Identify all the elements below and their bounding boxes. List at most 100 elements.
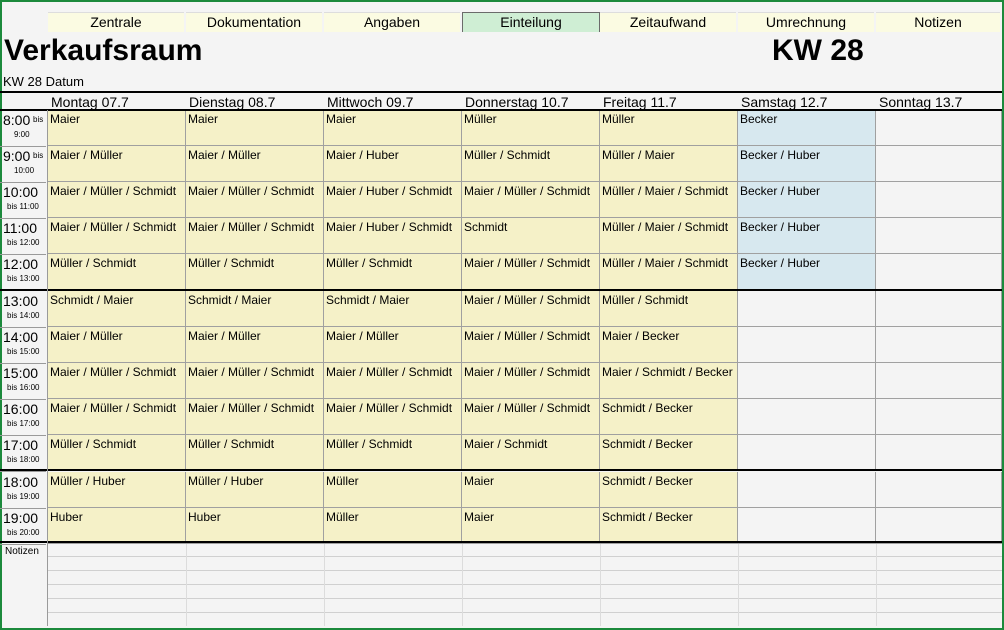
schedule-cell[interactable]: Maier / Schmidt / Becker [600,363,738,399]
day-header: Mittwoch 09.7 [327,94,414,110]
tab-umrechnung[interactable]: Umrechnung [738,12,874,32]
schedule-cell[interactable] [738,508,876,544]
schedule-cell[interactable] [876,254,1002,290]
schedule-cell[interactable]: Maier [462,508,600,544]
schedule-cell[interactable]: Müller [324,472,462,508]
schedule-cell[interactable]: Müller / Schmidt [48,254,186,290]
schedule-cell[interactable]: Maier / Müller / Schmidt [324,399,462,435]
schedule-cell[interactable] [738,291,876,327]
schedule-cell[interactable]: Maier / Müller / Schmidt [48,182,186,218]
schedule-cell[interactable]: Maier / Müller / Schmidt [462,327,600,363]
schedule-cell[interactable]: Müller / Huber [48,472,186,508]
schedule-cell[interactable]: Maier / Müller / Schmidt [48,363,186,399]
schedule-cell[interactable]: Schmidt / Maier [48,291,186,327]
schedule-cell[interactable]: Maier / Becker [600,327,738,363]
schedule-cell[interactable]: Müller / Schmidt [600,291,738,327]
schedule-cell[interactable] [876,146,1002,182]
schedule-cell[interactable]: Müller / Maier / Schmidt [600,254,738,290]
tab-dokumentation[interactable]: Dokumentation [186,12,322,32]
schedule-cell[interactable]: Maier [186,110,324,146]
schedule-cell[interactable]: Maier / Huber [324,146,462,182]
schedule-cell[interactable]: Maier / Müller / Schmidt [48,399,186,435]
schedule-cell[interactable]: Maier / Müller [48,327,186,363]
schedule-cell[interactable] [876,508,1002,544]
schedule-cell[interactable]: Schmidt / Becker [600,508,738,544]
schedule-cell[interactable]: Müller [324,508,462,544]
schedule-cell[interactable]: Müller / Huber [186,472,324,508]
schedule-cell[interactable]: Müller / Schmidt [48,435,186,471]
schedule-cell[interactable]: Schmidt / Becker [600,399,738,435]
schedule-cell[interactable] [876,218,1002,254]
schedule-cell[interactable]: Schmidt / Becker [600,435,738,471]
schedule-cell[interactable]: Maier / Huber / Schmidt [324,182,462,218]
schedule-cell[interactable] [876,435,1002,471]
notes-column-line [324,544,325,626]
schedule-cell[interactable]: Müller [600,110,738,146]
schedule-cell[interactable] [738,472,876,508]
day-header: Samstag 12.7 [741,94,828,110]
schedule-cell[interactable]: Maier / Müller / Schmidt [462,182,600,218]
schedule-cell[interactable]: Maier / Müller / Schmidt [186,399,324,435]
schedule-cell[interactable]: Schmidt / Becker [600,472,738,508]
schedule-cell[interactable]: Becker / Huber [738,146,876,182]
schedule-cell[interactable]: Müller [462,110,600,146]
schedule-cell[interactable]: Becker / Huber [738,254,876,290]
schedule-cell[interactable] [876,327,1002,363]
schedule-cell[interactable]: Müller / Schmidt [462,146,600,182]
schedule-cell[interactable]: Maier / Müller [186,327,324,363]
schedule-cell[interactable] [738,399,876,435]
schedule-cell[interactable]: Müller / Schmidt [324,254,462,290]
schedule-cell[interactable] [738,435,876,471]
schedule-cell[interactable]: Maier / Müller / Schmidt [186,363,324,399]
schedule-cell[interactable] [876,110,1002,146]
schedule-cell[interactable]: Maier / Müller [186,146,324,182]
schedule-cell[interactable]: Maier / Müller [324,327,462,363]
schedule-cell[interactable] [876,399,1002,435]
schedule-cell[interactable]: Maier / Müller / Schmidt [462,254,600,290]
schedule-cell[interactable]: Schmidt [462,218,600,254]
schedule-cell[interactable]: Maier / Müller / Schmidt [186,182,324,218]
schedule-cell[interactable]: Maier / Müller [48,146,186,182]
schedule-cell[interactable]: Maier / Müller / Schmidt [462,399,600,435]
time-column-border [47,110,48,626]
schedule-cell[interactable] [876,291,1002,327]
schedule-cell[interactable] [876,363,1002,399]
schedule-cell[interactable] [876,472,1002,508]
schedule-cell[interactable]: Maier / Müller / Schmidt [462,291,600,327]
time-end: bis 20:00 [7,528,40,537]
schedule-cell[interactable]: Müller / Schmidt [186,254,324,290]
schedule-cell[interactable]: Schmidt / Maier [186,291,324,327]
schedule-cell[interactable]: Müller / Schmidt [186,435,324,471]
schedule-cell[interactable]: Müller / Maier [600,146,738,182]
schedule-cell[interactable]: Maier / Müller / Schmidt [186,218,324,254]
time-end: bis 18:00 [7,455,40,464]
schedule-cell[interactable]: Schmidt / Maier [324,291,462,327]
tab-zeitaufwand[interactable]: Zeitaufwand [600,12,736,32]
schedule-cell[interactable]: Müller / Maier / Schmidt [600,218,738,254]
schedule-cell[interactable]: Maier / Schmidt [462,435,600,471]
day-header: Montag 07.7 [51,94,129,110]
schedule-cell[interactable]: Maier [48,110,186,146]
schedule-cell[interactable]: Huber [186,508,324,544]
schedule-cell[interactable]: Huber [48,508,186,544]
schedule-cell[interactable] [738,327,876,363]
schedule-cell[interactable] [738,363,876,399]
schedule-cell[interactable]: Maier / Müller / Schmidt [48,218,186,254]
schedule-cell[interactable]: Müller / Maier / Schmidt [600,182,738,218]
tab-notizen[interactable]: Notizen [876,12,1000,32]
tab-einteilung[interactable]: Einteilung [462,12,600,32]
schedule-cell[interactable]: Becker [738,110,876,146]
schedule-cell[interactable]: Maier / Huber / Schmidt [324,218,462,254]
schedule-cell[interactable]: Maier / Müller / Schmidt [324,363,462,399]
tab-angaben[interactable]: Angaben [324,12,460,32]
time-end: bis 17:00 [7,419,40,428]
schedule-cell[interactable]: Maier [462,472,600,508]
schedule-cell[interactable]: Maier [324,110,462,146]
schedule-cell[interactable]: Becker / Huber [738,218,876,254]
tab-zentrale[interactable]: Zentrale [48,12,184,32]
schedule-cell[interactable] [876,182,1002,218]
schedule-cell[interactable]: Maier / Müller / Schmidt [462,363,600,399]
schedule-cell[interactable]: Becker / Huber [738,182,876,218]
time-start: 13:00 [3,293,39,309]
schedule-cell[interactable]: Müller / Schmidt [324,435,462,471]
